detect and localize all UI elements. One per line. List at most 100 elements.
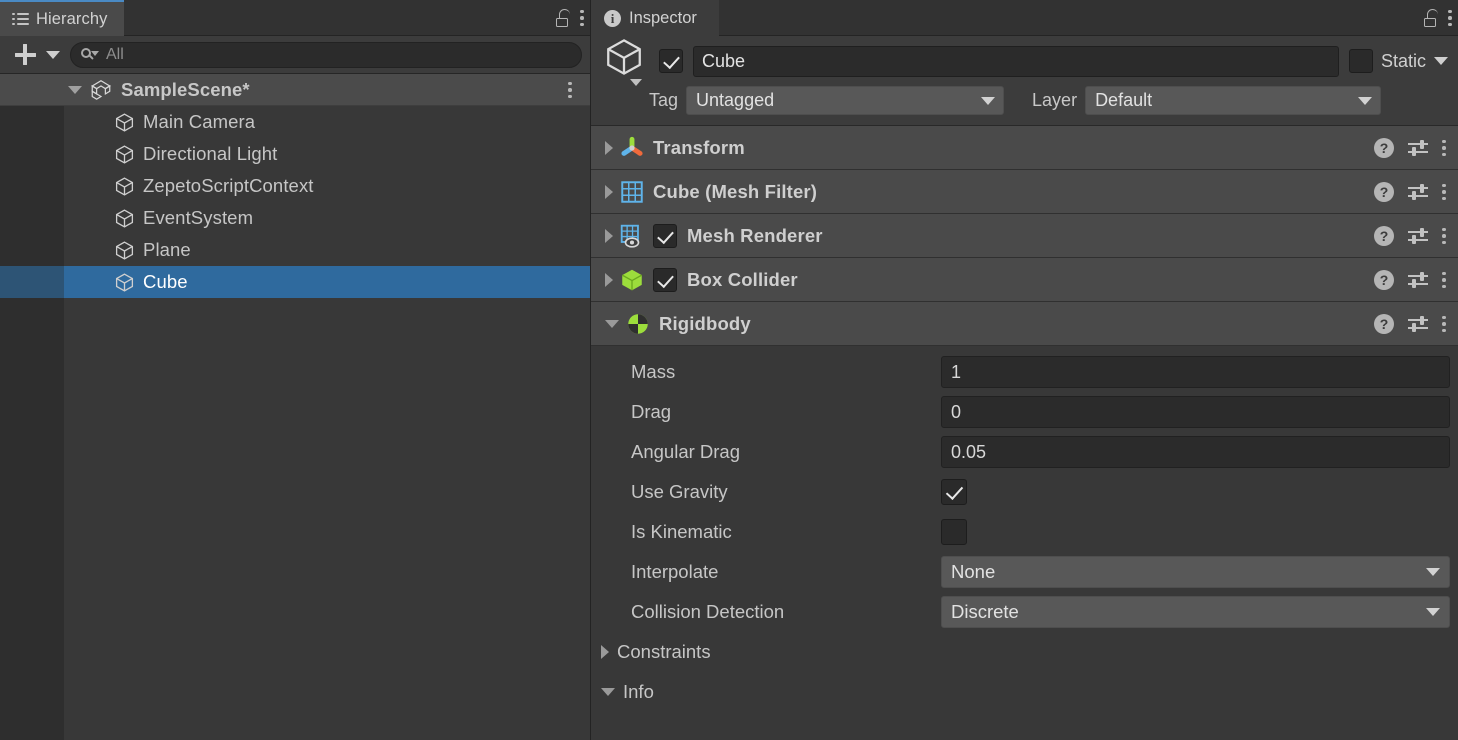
hierarchy-item-zepetoscriptcontext[interactable]: ZepetoScriptContext [0, 170, 590, 202]
kebab-menu-icon[interactable] [1442, 227, 1446, 245]
component-header-mesh-renderer[interactable]: Mesh Renderer ? [591, 214, 1458, 258]
is-kinematic-label: Is Kinematic [631, 521, 732, 542]
use-gravity-label: Use Gravity [631, 481, 728, 502]
mass-input[interactable]: 1 [941, 356, 1450, 388]
layer-value: Default [1095, 90, 1153, 110]
mass-label: Mass [631, 361, 676, 382]
preset-sliders-icon[interactable] [1408, 271, 1428, 289]
hierarchy-scene-row[interactable]: SampleScene* [0, 74, 590, 106]
kebab-menu-icon[interactable] [1448, 9, 1452, 27]
preset-sliders-icon[interactable] [1408, 227, 1428, 245]
chevron-right-icon[interactable] [605, 272, 613, 287]
kebab-menu-icon[interactable] [1442, 183, 1446, 201]
component-header-box-collider[interactable]: Box Collider ? [591, 258, 1458, 302]
object-enabled-checkbox[interactable] [659, 49, 683, 73]
foldout-info-label: Info [623, 681, 654, 702]
tab-inspector[interactable]: i Inspector [591, 0, 719, 36]
hierarchy-item-eventsystem[interactable]: EventSystem [0, 202, 590, 234]
property-row-use-gravity: Use Gravity [591, 472, 1458, 512]
interpolate-value: None [951, 561, 996, 582]
chevron-down-icon[interactable] [1434, 57, 1448, 65]
property-row-drag: Drag 0 [591, 392, 1458, 432]
component-enabled-checkbox[interactable] [653, 267, 677, 292]
gameobject-cube-icon [115, 144, 134, 164]
use-gravity-checkbox[interactable] [941, 479, 967, 505]
hierarchy-item-main-camera[interactable]: Main Camera [0, 106, 590, 138]
scene-kebab-menu[interactable] [568, 81, 572, 99]
help-question-icon[interactable]: ? [1374, 182, 1394, 202]
preset-sliders-icon[interactable] [1408, 183, 1428, 201]
drag-input[interactable]: 0 [941, 396, 1450, 428]
mesh-filter-grid-icon [621, 180, 643, 203]
help-question-icon[interactable]: ? [1374, 270, 1394, 290]
component-title: Transform [653, 136, 745, 158]
inspector-object-header: Cube Static Tag Untagged Layer Default [591, 36, 1458, 126]
chevron-down-icon[interactable] [601, 688, 615, 696]
interpolate-label: Interpolate [631, 561, 719, 582]
foldout-info[interactable]: Info [591, 672, 1458, 712]
property-row-interpolate: Interpolate None [591, 552, 1458, 592]
hierarchy-item-directional-light[interactable]: Directional Light [0, 138, 590, 170]
preset-sliders-icon[interactable] [1408, 315, 1428, 333]
hierarchy-item-cube[interactable]: Cube [0, 266, 590, 298]
help-question-icon[interactable]: ? [1374, 138, 1394, 158]
kebab-menu-icon[interactable] [1442, 139, 1446, 157]
box-collider-icon [621, 269, 643, 290]
collision-detection-dropdown[interactable]: Discrete [941, 596, 1450, 628]
inspector-tabbar-empty [718, 0, 1458, 35]
chevron-down-icon[interactable] [605, 319, 619, 328]
chevron-right-icon[interactable] [605, 184, 613, 199]
info-icon: i [604, 9, 621, 27]
lock-open-icon[interactable] [1423, 9, 1438, 27]
component-title: Mesh Renderer [687, 224, 823, 246]
kebab-menu-icon[interactable] [1442, 271, 1446, 289]
tab-hierarchy[interactable]: Hierarchy [0, 0, 124, 36]
component-header-rigidbody[interactable]: Rigidbody ? [591, 302, 1458, 346]
component-actions: ? [1374, 170, 1446, 214]
hierarchy-item-plane[interactable]: Plane [0, 234, 590, 266]
chevron-right-icon[interactable] [601, 645, 609, 659]
object-name-field[interactable]: Cube [693, 45, 1339, 77]
kebab-menu-icon[interactable] [1442, 315, 1446, 333]
interpolate-dropdown[interactable]: None [941, 556, 1450, 588]
foldout-constraints[interactable]: Constraints [591, 632, 1458, 672]
angular-drag-label: Angular Drag [631, 441, 741, 462]
transform-axis-icon [621, 136, 643, 156]
cube-preview-icon[interactable] [603, 36, 649, 86]
tag-dropdown[interactable]: Untagged [686, 86, 1005, 115]
foldout-constraints-label: Constraints [617, 641, 711, 662]
mesh-renderer-icon [620, 224, 640, 248]
kebab-menu-icon[interactable] [568, 81, 572, 99]
static-control: Static [1348, 49, 1448, 73]
component-header-cube-mesh-filter[interactable]: Cube (Mesh Filter) ? [591, 170, 1458, 214]
kebab-menu-icon[interactable] [580, 9, 584, 27]
inspector-tab-actions [1423, 0, 1452, 36]
static-checkbox[interactable] [1348, 49, 1373, 73]
static-label: Static [1380, 50, 1426, 71]
scene-name-label: SampleScene* [121, 78, 250, 100]
component-title: Box Collider [687, 268, 798, 290]
hierarchy-item-label: Plane [143, 239, 191, 260]
layer-dropdown[interactable]: Default [1085, 86, 1382, 115]
component-enabled-checkbox[interactable] [653, 223, 677, 248]
chevron-down-icon[interactable] [630, 79, 642, 86]
search-icon [81, 47, 99, 62]
component-header-transform[interactable]: Transform ? [591, 126, 1458, 170]
chevron-down-icon[interactable] [46, 50, 60, 59]
help-question-icon[interactable]: ? [1374, 226, 1394, 246]
angular-drag-input[interactable]: 0.05 [941, 436, 1450, 468]
plus-icon[interactable] [10, 41, 40, 69]
component-list: Transform ? Cube (Mesh Filter) ? Mesh Re… [591, 126, 1458, 740]
chevron-down-icon [1426, 608, 1440, 616]
chevron-down-icon[interactable] [68, 85, 82, 94]
preset-sliders-icon[interactable] [1408, 139, 1428, 157]
is-kinematic-checkbox[interactable] [941, 519, 967, 545]
search-input[interactable]: All [70, 41, 582, 68]
component-title: Cube (Mesh Filter) [653, 180, 818, 202]
help-question-icon[interactable]: ? [1374, 314, 1394, 334]
chevron-down-icon [1426, 568, 1440, 576]
gameobject-cube-icon [115, 240, 134, 260]
chevron-right-icon[interactable] [605, 140, 613, 155]
chevron-right-icon[interactable] [605, 228, 613, 243]
lock-open-icon[interactable] [555, 9, 570, 27]
